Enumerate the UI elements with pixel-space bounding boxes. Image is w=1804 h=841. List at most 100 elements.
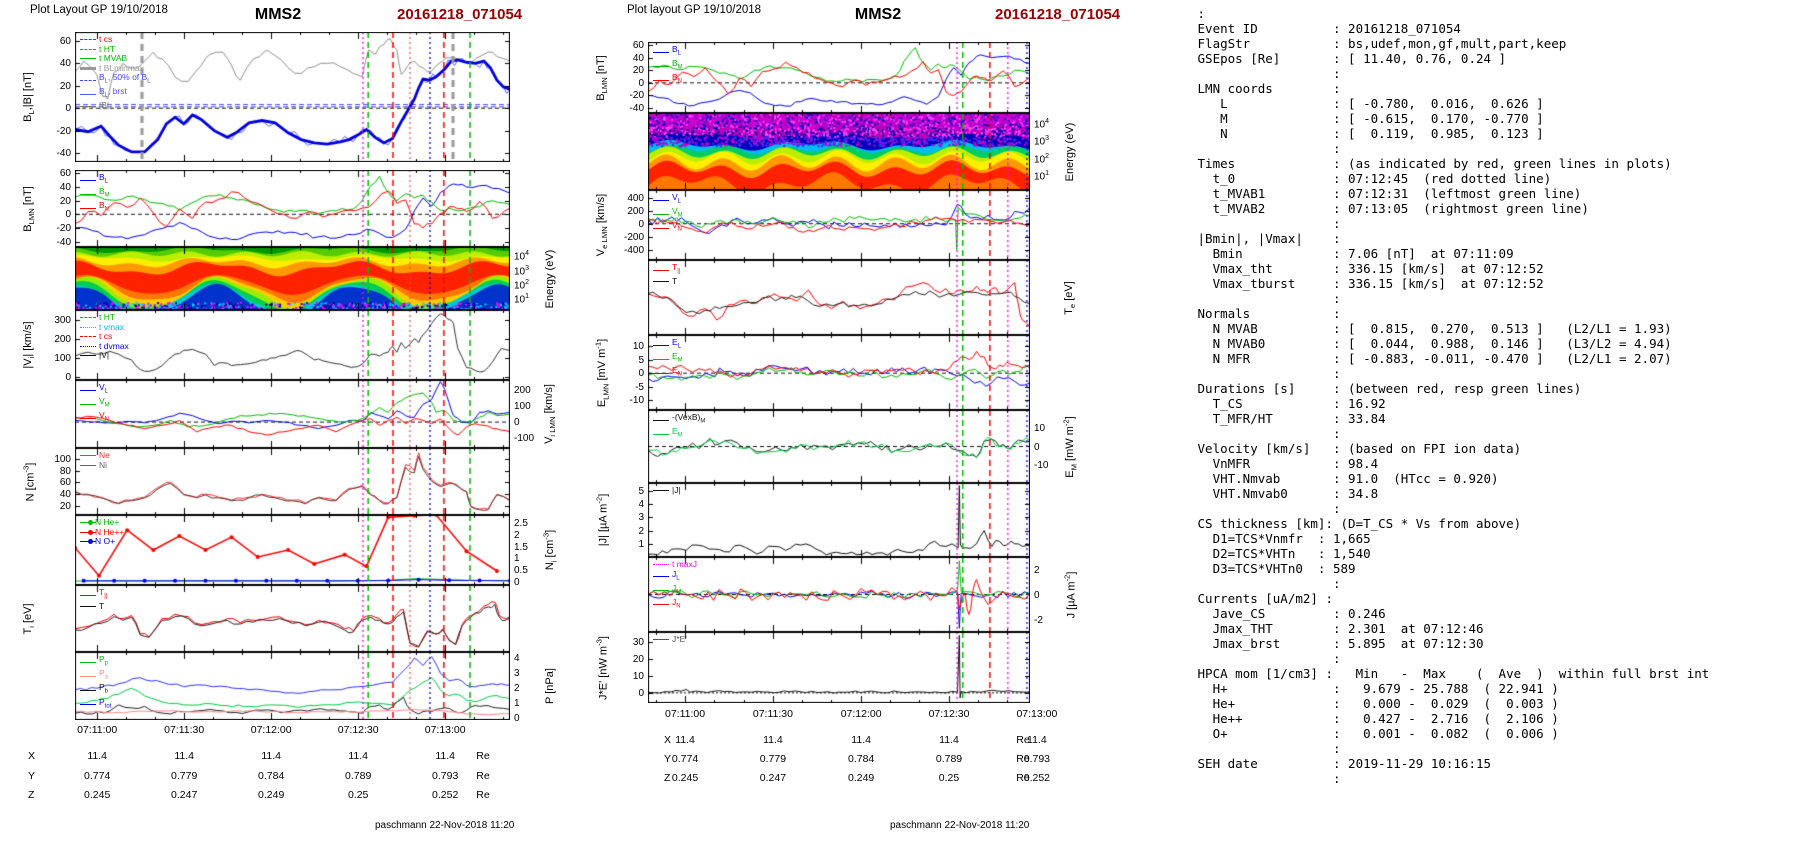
mid-time-tick: 07:12:30 (928, 708, 970, 720)
legend-line-sample (653, 344, 669, 346)
mid-pos-value: 11.4 (675, 734, 695, 746)
legend-line-sample (653, 281, 669, 283)
mid-panel-3-ylabel-right: Te [eV] (1062, 280, 1078, 315)
mid-ytick: 0 (638, 218, 644, 230)
mid-panel-5-plot (648, 410, 1030, 483)
legend-label: T (672, 276, 678, 287)
mid-ytick: 0 (638, 368, 644, 380)
legend-label: EM (672, 426, 683, 439)
mid-panel-5-legend: -(VexB)M EM (653, 412, 705, 441)
mid-pos-value: 11.4 (763, 734, 783, 746)
legend-line-sample (653, 372, 669, 374)
legend-item: BN (653, 73, 683, 87)
legend-label: J*E' (672, 634, 687, 644)
legend-item: VN (653, 221, 683, 235)
legend-label: |J| (672, 485, 681, 495)
mid-ytick: 5 (638, 485, 644, 497)
legend-label: T|| (672, 262, 681, 275)
legend-line-sample (653, 199, 669, 201)
legend-label: BL (672, 44, 681, 57)
mid-ytick: 5 (638, 354, 644, 366)
legend-line-sample (653, 576, 669, 578)
legend-line-sample (653, 213, 669, 215)
mid-panel-2-legend: VL VM VN (653, 192, 683, 236)
legend-item: JL (653, 568, 697, 584)
legend-line-sample (653, 433, 669, 435)
legend-item: |J| (653, 485, 681, 496)
mid-ytick: -5 (635, 381, 644, 393)
legend-item: T|| (653, 262, 681, 277)
legend-item: J*E' (653, 634, 687, 645)
legend-line-sample (653, 490, 669, 492)
mid-panel-1-ylabel-right: Energy (eV) (1064, 122, 1076, 181)
mid-pos-value: 11.4 (851, 734, 871, 746)
mid-ytick: 4 (638, 499, 644, 511)
mid-panel-1-spectrogram (648, 113, 1030, 190)
mid-panel-7-legend: t maxJ JL JM JN (653, 559, 697, 612)
legend-line-sample (653, 79, 669, 81)
legend-item: -(VexB)M (653, 412, 705, 427)
mid-panel-8-ylabel: J*E' [nW m-3] (594, 635, 610, 700)
mid-ytick-right: -10 (1034, 459, 1049, 471)
mid-ytick: -40 (629, 102, 644, 114)
mid-ytick: 3 (638, 512, 644, 524)
legend-line-sample (653, 564, 669, 566)
legend-line-sample (653, 358, 669, 360)
legend-label: VL (672, 192, 681, 205)
legend-item: EL (653, 337, 683, 352)
mid-ytick: -400 (623, 244, 644, 256)
mid-pos-value: 0.789 (935, 753, 963, 765)
legend-item: JM (653, 582, 697, 598)
legend-item: BM (653, 58, 683, 73)
mid-time-tick: 07:11:30 (752, 708, 793, 720)
legend-label: JM (672, 582, 682, 596)
legend-item: VL (653, 192, 683, 207)
mid-pos-value: 0.249 (848, 772, 875, 784)
mid-panel-8-plot (648, 632, 1030, 703)
mid-pos-unit: Re (1016, 753, 1030, 765)
mid-ytick-right: 103 (1034, 135, 1050, 148)
legend-line-sample (653, 269, 669, 271)
legend-item: BL (653, 44, 683, 59)
mid-time-tick: 07:13:00 (1016, 708, 1058, 720)
mid-pos-value: 0.774 (671, 753, 699, 765)
mid-ytick: 40 (632, 52, 644, 64)
mid-ytick: 30 (632, 637, 644, 649)
mid-ytick: -20 (629, 90, 644, 102)
mid-pos-value: 0.784 (848, 753, 875, 765)
mid-ytick-right: 0 (1034, 589, 1040, 601)
mid-panel-3-legend: T|| T (653, 262, 681, 287)
legend-label: EN (672, 365, 682, 379)
legend-item: T (653, 277, 680, 287)
legend-line-sample (653, 639, 669, 641)
mid-ytick: 0 (638, 77, 644, 89)
legend-line-sample (653, 65, 669, 67)
mid-pos-value: 0.247 (759, 772, 787, 784)
legend-item: JN (653, 597, 697, 612)
mid-panel-7-ylabel-right: J [µA m-2] (1062, 571, 1078, 618)
mid-panel-4-plot (648, 335, 1030, 410)
mid-time-tick: 07:12:00 (840, 708, 882, 720)
mid-ytick-right: 2 (1034, 564, 1040, 576)
mid-panel-2-ylabel: Ve LMN [km/s] (594, 193, 610, 257)
legend-label: EL (672, 337, 681, 350)
legend-label: BM (672, 58, 683, 71)
legend-label: VN (672, 220, 682, 234)
mid-ytick: 400 (627, 192, 644, 204)
mid-panel-6-plot (648, 483, 1030, 557)
legend-item: VM (653, 206, 683, 221)
mid-ytick: -10 (629, 395, 644, 407)
mid-panel-6-legend: |J| (653, 485, 681, 496)
legend-line-sample (653, 227, 669, 229)
legend-label: JL (672, 568, 680, 582)
mid-panel-2-plot (648, 190, 1030, 260)
mid-ytick-right: 10 (1034, 423, 1046, 435)
legend-line-sample (653, 590, 669, 592)
mid-panel-5-ylabel-right: EM [mW m-2] (1061, 415, 1079, 478)
mid-panel-0-ylabel: BLMN [nT] (594, 54, 610, 101)
legend-item: EN (653, 366, 683, 380)
mid-panel-4-ylabel: ELMN [mV m-1] (593, 338, 611, 407)
mid-ytick-right: 104 (1034, 117, 1050, 131)
mid-ytick: 10 (632, 670, 644, 682)
mid-ytick: 60 (632, 40, 644, 52)
